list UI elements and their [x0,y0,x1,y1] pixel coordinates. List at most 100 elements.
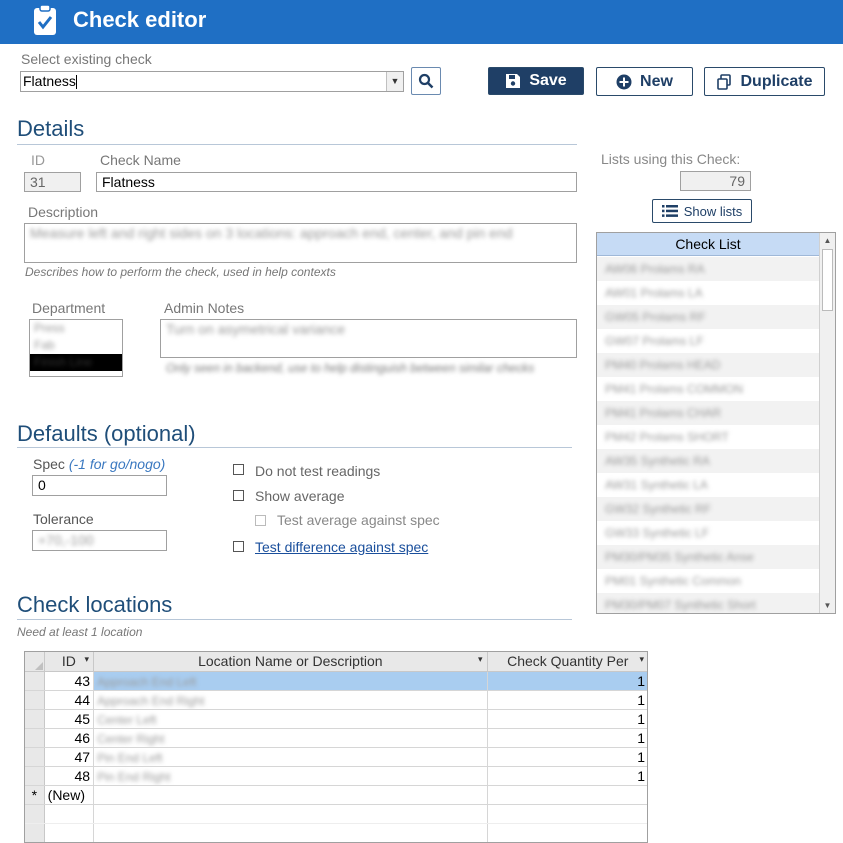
new-button[interactable]: New [596,67,693,96]
location-name-cell[interactable]: Approach End Right [93,690,488,710]
check-list-item[interactable]: PM30/PM07 Synthetic Short [597,593,819,613]
check-quantity-cell[interactable]: 1 [487,728,647,748]
check-list-item-label: PM41 Prolams COMMON [605,382,744,396]
table-row[interactable]: 43 Approach End Left 1 [25,671,647,691]
new-record-row[interactable]: * (New) [25,785,647,805]
location-name-cell[interactable]: Pin End Left [93,747,488,767]
check-name-label: Check Name [100,152,181,168]
location-id-cell[interactable]: 44 [44,690,95,710]
location-id-cell[interactable]: 45 [44,709,95,729]
check-quantity-cell[interactable]: 1 [487,671,647,691]
location-id-cell[interactable]: 43 [44,671,95,691]
check-list-item[interactable]: AW35 Synthetic RA [597,449,819,473]
table-row[interactable]: 47 Pin End Left 1 [25,747,647,767]
empty-cell [93,804,488,824]
check-list-item-label: GW32 Synthetic RF [605,502,712,516]
check-quantity-cell[interactable]: 1 [487,709,647,729]
select-check-combobox[interactable]: Flatness ▼ [20,71,404,92]
sort-arrow-icon[interactable]: ▾ [639,654,644,665]
locations-datasheet[interactable]: ID ▾ Location Name or Description ▾ Check … [24,651,648,843]
select-all-corner[interactable] [25,652,45,672]
check-list-item-label: PM30/PM35 Synthetic Anse [605,550,754,564]
chevron-down-icon[interactable]: ▼ [386,72,403,91]
row-selector[interactable] [25,728,45,748]
check-list-scrollbar[interactable]: ▲ ▼ [819,233,835,613]
show-average-label: Show average [255,488,345,504]
check-list-item[interactable]: PM30/PM35 Synthetic Anse [597,545,819,569]
check-list-item[interactable]: PM40 Prolams HEAD [597,353,819,377]
location-id-cell[interactable]: 46 [44,728,95,748]
location-id-cell[interactable]: 48 [44,766,95,786]
check-list-item[interactable]: GW32 Synthetic RF [597,497,819,521]
check-quantity-cell[interactable]: 1 [487,690,647,710]
check-list-item[interactable]: PM41 Prolams COMMON [597,377,819,401]
scroll-up-icon[interactable]: ▲ [820,233,835,248]
tolerance-value: +70,-100 [38,532,94,548]
show-average-checkbox[interactable] [233,490,244,501]
check-list-panel[interactable]: Check List AW06 Prolams RA AW01 Prolams L… [596,232,836,614]
check-name-field[interactable]: Flatness [96,172,577,192]
new-row-name-cell[interactable] [93,785,488,805]
lists-using-label: Lists using this Check: [601,151,741,167]
check-list-item[interactable]: PM41 Prolams CHAR [597,401,819,425]
empty-cell [487,823,647,842]
do-not-test-checkbox[interactable] [233,464,244,475]
scroll-down-icon[interactable]: ▼ [820,598,835,613]
check-list-item[interactable]: PM42 Prolams SHORT [597,425,819,449]
show-lists-label: Show lists [683,203,743,219]
show-lists-button[interactable]: Show lists [652,199,752,223]
column-header-id[interactable]: ID ▾ [44,652,95,672]
clipboard-check-icon [33,4,57,39]
row-selector[interactable] [25,671,45,691]
search-icon [418,73,434,89]
scrollbar-thumb[interactable] [822,249,833,311]
admin-notes-field[interactable]: Turn on asymetrical variance [160,319,577,358]
row-selector[interactable] [25,690,45,710]
new-row-quantity-cell[interactable] [487,785,647,805]
row-selector[interactable] [25,766,45,786]
sort-arrow-icon[interactable]: ▾ [85,654,90,665]
location-id-cell[interactable]: 47 [44,747,95,767]
test-difference-link[interactable]: Test difference against spec [255,539,428,555]
department-item[interactable]: Fab [30,337,122,354]
table-row[interactable]: 46 Center Right 1 [25,728,647,748]
tolerance-field[interactable]: +70,-100 [32,530,167,551]
check-list-item-label: PM30/PM07 Synthetic Short [605,598,756,612]
check-list-item[interactable]: GW07 Prolams LF [597,329,819,353]
column-header-location[interactable]: Location Name or Description ▾ [93,652,488,672]
app-title: Check editor [73,7,207,32]
check-quantity-cell[interactable]: 1 [487,747,647,767]
table-row[interactable]: 45 Center Left 1 [25,709,647,729]
description-field[interactable]: Measure left and right sides on 3 locati… [24,223,577,263]
new-row-label[interactable]: (New) [44,785,95,805]
save-button[interactable]: Save [488,67,584,95]
spec-field[interactable]: 0 [32,475,167,496]
check-list-item[interactable]: AW01 Prolams LA [597,281,819,305]
search-button[interactable] [411,67,441,95]
check-list-item[interactable]: GW05 Prolams RF [597,305,819,329]
check-list-item[interactable]: PM01 Synthetic Common [597,569,819,593]
location-name-cell[interactable]: Center Left [93,709,488,729]
check-list-item[interactable]: AW06 Prolams RA [597,257,819,281]
check-list-item[interactable]: GW33 Synthetic LF [597,521,819,545]
check-list-item-label: AW31 Synthetic LA [605,478,708,492]
test-average-checkbox[interactable] [255,515,266,526]
select-check-label: Select existing check [21,51,152,67]
check-quantity-cell[interactable]: 1 [487,766,647,786]
test-difference-checkbox[interactable] [233,541,244,552]
department-listbox[interactable]: Press Fab Finish Line [29,319,123,377]
location-name-cell[interactable]: Center Right [93,728,488,748]
table-row[interactable]: 48 Pin End Right 1 [25,766,647,786]
do-not-test-label: Do not test readings [255,463,381,479]
column-header-quantity[interactable]: Check Quantity Per ▾ [487,652,647,672]
department-item-selected[interactable]: Finish Line [30,354,122,371]
department-item[interactable]: Press [30,320,122,337]
row-selector[interactable] [25,747,45,767]
duplicate-button[interactable]: Duplicate [704,67,825,96]
location-name-cell[interactable]: Pin End Right [93,766,488,786]
row-selector[interactable] [25,709,45,729]
sort-arrow-icon[interactable]: ▾ [478,654,483,665]
check-list-item[interactable]: AW31 Synthetic LA [597,473,819,497]
table-row[interactable]: 44 Approach End Right 1 [25,690,647,710]
location-name-cell[interactable]: Approach End Left [93,671,488,691]
